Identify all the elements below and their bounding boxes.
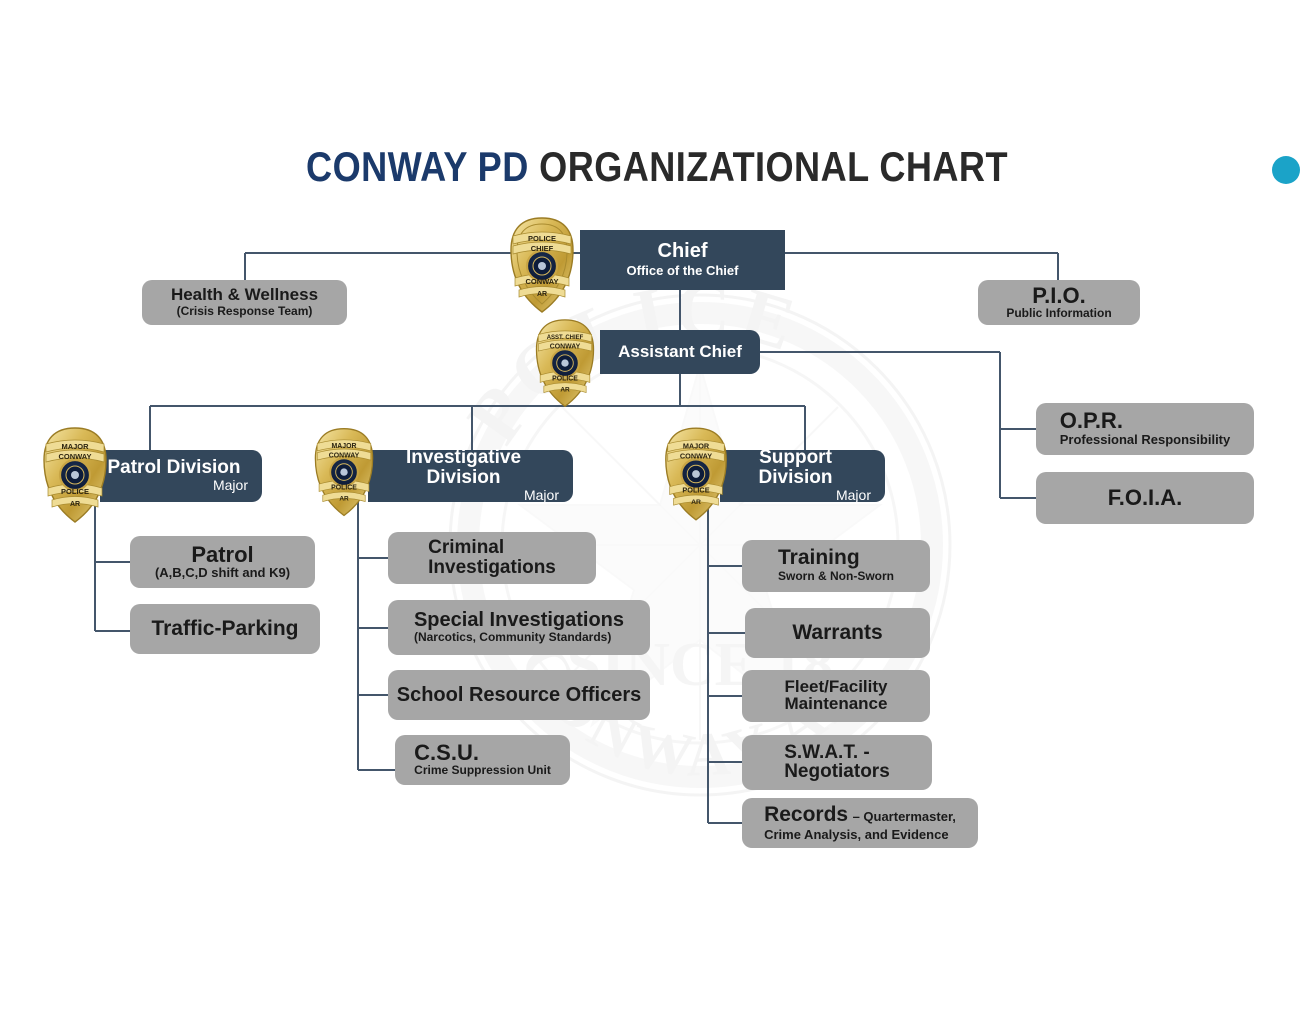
node-traffic-parking-title: Traffic-Parking: [151, 616, 299, 640]
page-title: CONWAY PD ORGANIZATIONAL CHART: [92, 143, 1222, 191]
node-warrants-title: Warrants: [792, 620, 883, 644]
svg-text:CONWAY: CONWAY: [329, 452, 360, 459]
node-investigative-division-title: Investigative Division: [405, 447, 522, 489]
node-traffic-parking[interactable]: Traffic-Parking: [130, 604, 320, 654]
node-patrol-division[interactable]: Patrol Division Major: [100, 450, 262, 502]
node-csu-title: C.S.U.: [414, 739, 479, 765]
svg-text:MAJOR: MAJOR: [332, 443, 357, 450]
page-title-part1: CONWAY PD: [306, 143, 540, 190]
node-special-investigations-title: Special Investigations: [413, 608, 625, 631]
node-support-division-title: Support Division: [758, 447, 833, 489]
node-patrol-division-rank: Major: [212, 477, 248, 494]
svg-text:POLICE: POLICE: [528, 234, 556, 243]
node-patrol-subtitle: (A,B,C,D shift and K9): [154, 565, 291, 581]
node-opr[interactable]: O.P.R. Professional Responsibility: [1036, 403, 1254, 455]
node-records[interactable]: Records – Quartermaster, Crime Analysis,…: [742, 798, 978, 848]
svg-text:POLICE: POLICE: [552, 376, 578, 383]
svg-text:POLICE: POLICE: [682, 486, 709, 495]
police-chief-badge-icon: POLICE CHIEF CONWAY AR: [510, 217, 574, 313]
node-support-division[interactable]: Support Division Major: [720, 447, 885, 504]
node-swat-negotiators-title: S.W.A.T. - Negotiators: [784, 741, 890, 783]
node-special-investigations-subtitle: (Narcotics, Community Standards): [413, 629, 612, 644]
node-training-title: Training: [778, 546, 860, 570]
svg-text:CHIEF: CHIEF: [531, 244, 554, 253]
node-csu[interactable]: C.S.U. Crime Suppression Unit: [395, 735, 570, 785]
node-records-line1: Records – Quartermaster,: [764, 803, 956, 827]
node-chief-subtitle: Office of the Chief: [626, 263, 739, 279]
node-swat-negotiators[interactable]: S.W.A.T. - Negotiators: [742, 735, 932, 790]
svg-text:POLICE: POLICE: [61, 487, 89, 496]
node-foia-title: F.O.I.A.: [1107, 485, 1183, 510]
svg-text:AR: AR: [537, 291, 547, 298]
node-health-wellness-subtitle: (Crisis Response Team): [176, 304, 313, 319]
node-criminal-investigations-title: Criminal Investigations: [428, 537, 556, 578]
svg-text:AR: AR: [339, 496, 349, 503]
node-investigative-division[interactable]: Investigative Division Major: [368, 447, 573, 504]
node-training[interactable]: Training Sworn & Non-Sworn: [742, 540, 930, 592]
svg-text:MAJOR: MAJOR: [683, 442, 710, 451]
svg-text:AR: AR: [70, 501, 80, 508]
node-fleet-facility-maintenance[interactable]: Fleet/Facility Maintenance: [742, 670, 930, 722]
node-pio-subtitle: Public Information: [1006, 306, 1112, 321]
node-records-subtitle: – Quartermaster,: [852, 808, 956, 824]
node-chief-title: Chief: [657, 240, 708, 263]
node-assistant-chief[interactable]: Assistant Chief: [600, 330, 760, 374]
node-pio-title: P.I.O.: [1032, 283, 1086, 309]
asst-chief-badge-icon: ASST. CHIEF CONWAY POLICE AR: [535, 319, 595, 408]
node-school-resource-officers-title: School Resource Officers: [396, 683, 642, 706]
node-pio[interactable]: P.I.O. Public Information: [978, 280, 1140, 325]
svg-text:AR: AR: [691, 499, 701, 506]
node-fleet-facility-maintenance-title: Fleet/Facility Maintenance: [784, 676, 888, 714]
node-health-wellness-title: Health & Wellness: [170, 285, 319, 305]
svg-text:AR: AR: [560, 387, 570, 394]
svg-text:CONWAY: CONWAY: [525, 277, 558, 286]
svg-text:CONWAY: CONWAY: [680, 451, 712, 460]
node-chief[interactable]: Chief Office of the Chief: [580, 230, 785, 290]
node-criminal-investigations[interactable]: Criminal Investigations: [388, 532, 596, 584]
node-patrol-division-title: Patrol Division: [107, 457, 241, 479]
node-warrants[interactable]: Warrants: [745, 608, 930, 658]
node-csu-subtitle: Crime Suppression Unit: [414, 763, 551, 778]
node-opr-title: O.P.R.: [1059, 408, 1123, 434]
node-support-division-rank: Major: [835, 487, 871, 504]
node-health-wellness[interactable]: Health & Wellness (Crisis Response Team): [142, 280, 347, 325]
node-patrol-title: Patrol: [191, 542, 254, 568]
org-chart-canvas: POLICE CONWAY AR SINCE 18 CONWAY PD ORGA…: [0, 0, 1314, 1015]
svg-text:POLICE: POLICE: [331, 485, 357, 492]
svg-text:CONWAY: CONWAY: [58, 452, 91, 461]
node-school-resource-officers[interactable]: School Resource Officers: [388, 670, 650, 720]
node-special-investigations[interactable]: Special Investigations (Narcotics, Commu…: [388, 600, 650, 655]
svg-text:CONWAY: CONWAY: [550, 343, 581, 350]
node-investigative-division-rank: Major: [523, 487, 559, 504]
node-patrol[interactable]: Patrol (A,B,C,D shift and K9): [130, 536, 315, 588]
accent-dot-icon: [1272, 156, 1300, 184]
svg-text:ASST. CHIEF: ASST. CHIEF: [547, 335, 584, 341]
node-training-subtitle: Sworn & Non-Sworn: [778, 568, 894, 583]
node-records-subtitle2: Crime Analysis, and Evidence: [764, 826, 949, 842]
node-foia[interactable]: F.O.I.A.: [1036, 472, 1254, 524]
node-assistant-chief-title: Assistant Chief: [618, 342, 742, 362]
node-records-title: Records: [764, 802, 849, 826]
svg-text:MAJOR: MAJOR: [61, 442, 89, 451]
node-opr-subtitle: Professional Responsibility: [1059, 431, 1231, 447]
page-title-part2: ORGANIZATIONAL CHART: [539, 143, 1008, 190]
